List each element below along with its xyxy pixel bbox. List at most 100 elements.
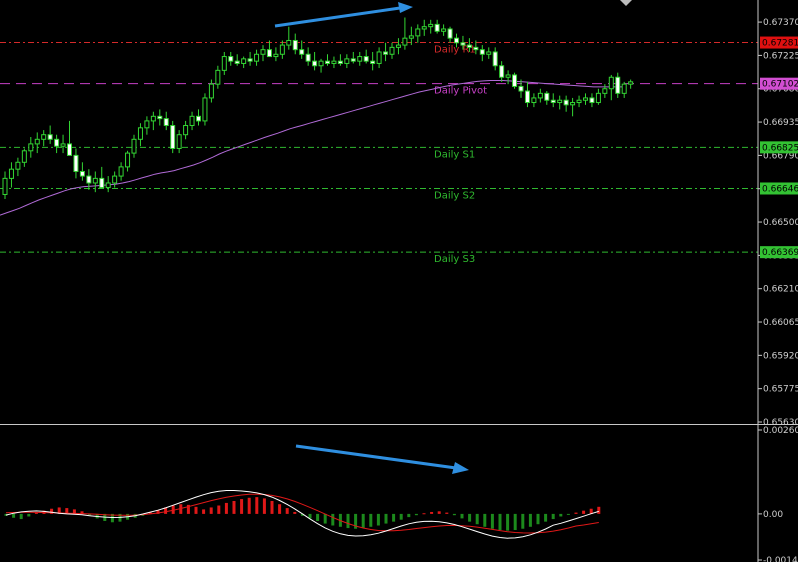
level-label-s1: Daily S1 bbox=[434, 149, 475, 160]
candle-body bbox=[137, 127, 143, 140]
candle-body bbox=[234, 60, 240, 64]
candle-body bbox=[157, 115, 163, 120]
candle-body bbox=[183, 125, 189, 136]
candle-body bbox=[428, 23, 434, 28]
price-tick-label: 0.65775 bbox=[763, 385, 798, 395]
candle-body bbox=[402, 37, 408, 46]
macd-divergence-arrow bbox=[295, 444, 457, 470]
candle-body bbox=[344, 58, 350, 64]
price-tick-label: 0.66065 bbox=[763, 318, 798, 328]
macd-histogram-bar bbox=[27, 513, 31, 517]
macd-histogram-bar bbox=[376, 513, 380, 526]
level-badge-text-r1: 0.67281 bbox=[762, 39, 798, 49]
candle-body bbox=[473, 46, 479, 51]
macd-histogram-bar bbox=[331, 513, 335, 526]
candle-body bbox=[99, 177, 105, 189]
candle-body bbox=[512, 74, 518, 87]
candle-body bbox=[163, 118, 169, 127]
macd-histogram-bar bbox=[445, 512, 449, 514]
macd-histogram-bar bbox=[460, 513, 464, 519]
candle-body bbox=[499, 65, 505, 78]
candle-body bbox=[550, 99, 556, 104]
candle-body bbox=[215, 69, 221, 85]
candle-body bbox=[415, 28, 421, 37]
macd-tick-label: 0.00 bbox=[763, 510, 783, 520]
candle-body bbox=[170, 125, 176, 149]
candle-body bbox=[21, 150, 27, 163]
candle-body bbox=[389, 46, 395, 55]
level-badge-text-s1: 0.66825 bbox=[762, 143, 798, 153]
macd-histogram-bar bbox=[475, 513, 479, 525]
macd-histogram-bar bbox=[278, 504, 282, 514]
macd-tick-label: 0.002602 bbox=[763, 426, 798, 436]
scroll-marker-icon bbox=[620, 0, 632, 6]
price-tick-label: 0.65920 bbox=[763, 351, 798, 361]
macd-histogram-bar bbox=[399, 513, 403, 520]
macd-histogram-bar bbox=[346, 513, 350, 529]
macd-histogram-bar bbox=[566, 513, 570, 515]
macd-histogram-bar bbox=[544, 513, 548, 522]
candle-body bbox=[67, 143, 72, 156]
price-tick-label: 0.66500 bbox=[763, 218, 798, 228]
candle-body bbox=[570, 102, 576, 106]
candle-body bbox=[150, 115, 156, 122]
macd-tick-label: -0.00143 bbox=[763, 556, 798, 562]
macd-histogram-bar bbox=[316, 513, 320, 521]
candle-body bbox=[105, 182, 111, 189]
candle-body bbox=[318, 60, 324, 67]
candle-body bbox=[608, 76, 614, 90]
price-tick-label: 0.66935 bbox=[763, 118, 798, 128]
candle-body bbox=[518, 85, 524, 92]
level-badge-text-s2: 0.66646 bbox=[762, 184, 798, 194]
macd-histogram-bar bbox=[468, 513, 472, 522]
candle-body bbox=[363, 56, 369, 62]
candle-body bbox=[241, 58, 247, 64]
candle-body bbox=[350, 58, 356, 62]
candle-body bbox=[15, 161, 21, 170]
candle-body bbox=[202, 97, 208, 122]
candle-body bbox=[615, 76, 621, 94]
price-axis: 0.673700.672250.670800.669350.667900.666… bbox=[0, 0, 798, 562]
candle-body bbox=[189, 115, 195, 127]
candle-body bbox=[305, 53, 311, 62]
macd-histogram-bar bbox=[12, 513, 16, 518]
candle-body bbox=[325, 60, 330, 64]
candle-body bbox=[563, 99, 569, 106]
candle-body bbox=[266, 49, 272, 58]
candle-body bbox=[492, 51, 498, 67]
candle-body bbox=[447, 28, 453, 39]
candle-body bbox=[299, 49, 305, 55]
macd-histogram-bar bbox=[597, 506, 601, 514]
macd-histogram-bar bbox=[521, 513, 525, 529]
macd-histogram-bar bbox=[437, 511, 441, 514]
candle-body bbox=[79, 170, 85, 177]
level-badge-text-s3: 0.66369 bbox=[762, 248, 798, 258]
macd-histogram-bar bbox=[209, 507, 213, 514]
candle-body bbox=[583, 97, 588, 101]
macd-histogram-bar bbox=[430, 511, 434, 514]
macd-histogram-bar bbox=[361, 513, 365, 529]
macd-histogram-bar bbox=[392, 513, 396, 522]
level-badge-text-pivot: 0.67102 bbox=[762, 80, 798, 90]
candle-body bbox=[537, 92, 543, 99]
candle-body bbox=[125, 152, 131, 168]
candle-body bbox=[595, 92, 601, 104]
macd-histogram-bar bbox=[369, 513, 373, 527]
macd-histogram-bar bbox=[323, 513, 327, 524]
macd-histogram-bar bbox=[513, 513, 517, 531]
macd-histogram-bar bbox=[414, 513, 418, 516]
macd-histogram-bar bbox=[255, 497, 259, 514]
candle-body bbox=[466, 44, 472, 48]
macd-histogram-bar bbox=[582, 510, 586, 514]
macd-histogram-bar bbox=[422, 513, 426, 515]
macd-histogram-bar bbox=[202, 509, 206, 514]
candle-body bbox=[524, 90, 530, 104]
candle-body bbox=[505, 74, 511, 78]
candle-body bbox=[331, 60, 337, 64]
price-tick-label: 0.67370 bbox=[763, 18, 798, 28]
candle-body bbox=[273, 53, 279, 58]
candle-body bbox=[221, 56, 227, 71]
macd-histogram-bar bbox=[490, 513, 494, 529]
forex-chart: Daily R1Daily PivotDaily S1Daily S2Daily… bbox=[0, 0, 798, 562]
candle-body bbox=[460, 42, 466, 46]
